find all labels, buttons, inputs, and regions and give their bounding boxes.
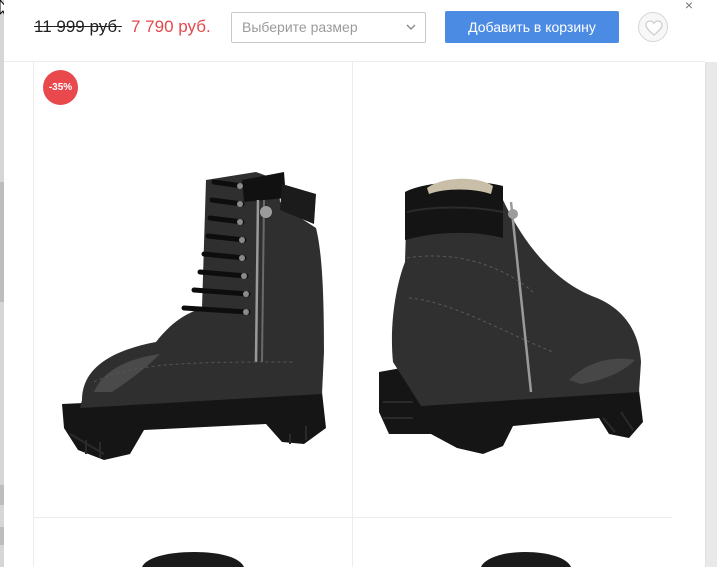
product-gallery xyxy=(33,62,672,567)
gallery-image-4[interactable] xyxy=(353,518,672,567)
edge-shadow-2 xyxy=(0,485,4,505)
discount-badge: -35% xyxy=(43,70,78,105)
size-select[interactable]: Выберите размер xyxy=(231,12,426,43)
product-action-bar: 11 999 руб. 7 790 руб. Выберите размер Д… xyxy=(4,0,705,62)
sale-price: 7 790 руб. xyxy=(131,17,211,36)
left-page-edge xyxy=(0,0,4,567)
gallery-image-2[interactable] xyxy=(353,62,672,518)
wishlist-button[interactable] xyxy=(638,12,668,42)
size-select-placeholder: Выберите размер xyxy=(242,19,358,35)
close-button[interactable]: × xyxy=(682,0,696,12)
boot-side-view-image xyxy=(62,172,326,460)
edge-shadow-1 xyxy=(0,182,4,302)
edge-shadow-3 xyxy=(0,527,4,545)
old-price: 11 999 руб. xyxy=(34,17,122,36)
boot-top-view-2-image xyxy=(481,552,571,567)
boot-back-view-image xyxy=(379,178,643,454)
boot-top-view-1-image xyxy=(142,552,244,567)
chevron-down-icon xyxy=(406,24,416,30)
right-scroll-area xyxy=(705,62,717,567)
add-to-cart-button[interactable]: Добавить в корзину xyxy=(445,11,619,43)
gallery-image-1[interactable] xyxy=(34,62,353,518)
heart-icon xyxy=(645,20,663,36)
gallery-image-3[interactable] xyxy=(34,518,353,567)
